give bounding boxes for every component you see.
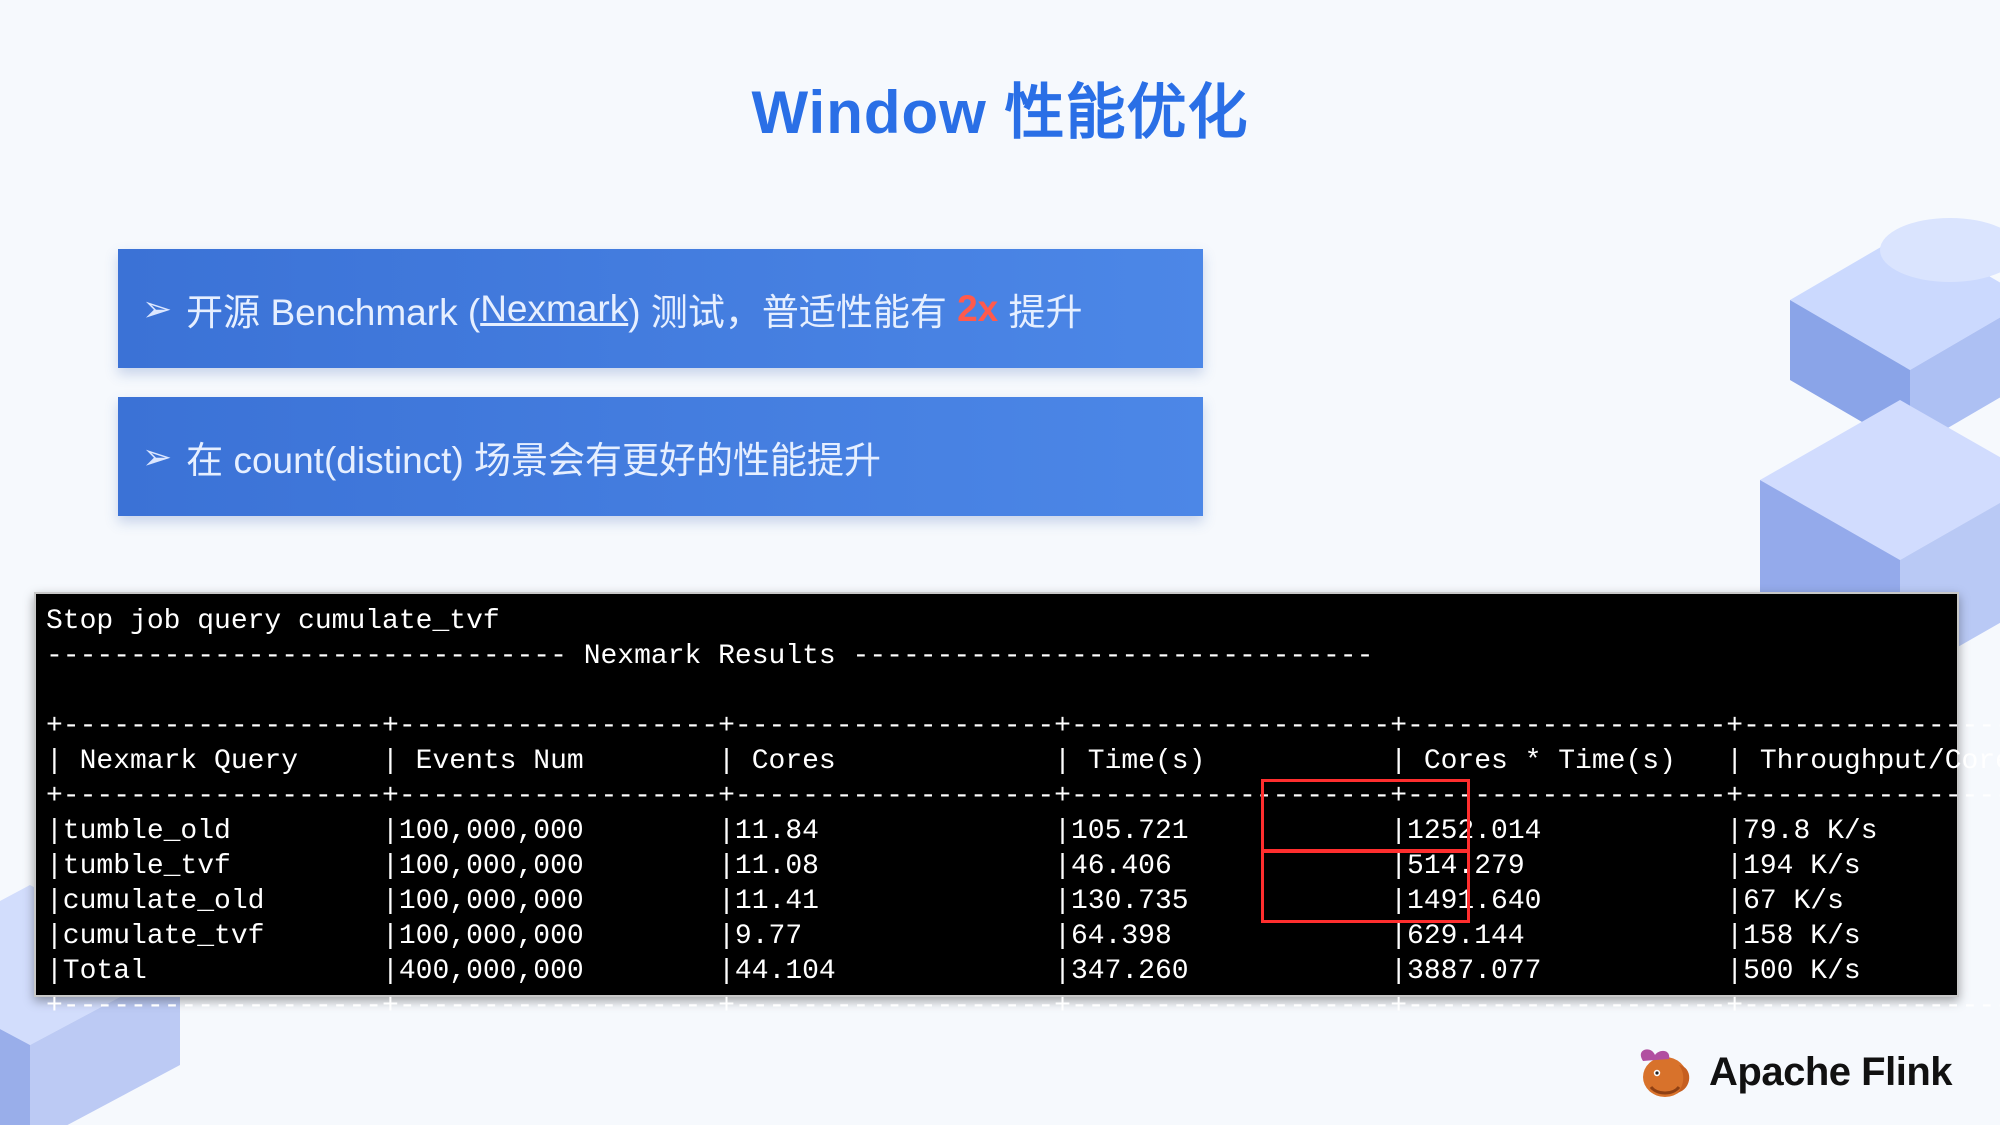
bullet-1-text-post: 提升 xyxy=(998,282,1082,336)
chevron-right-icon: ➢ xyxy=(142,439,172,475)
chevron-right-icon: ➢ xyxy=(142,291,172,327)
slide: Window 性能优化 ➢ 开源 B xyxy=(0,0,2000,1125)
terminal-line-banner: ------------------------------- Nexmark … xyxy=(46,641,1373,672)
terminal-hr: +-------------------+-------------------… xyxy=(46,991,2000,1022)
terminal-hr: +-------------------+-------------------… xyxy=(46,781,2000,812)
terminal-row-2: |tumble_tvf |100,000,000 |11.08 |46.406 … xyxy=(46,851,2000,882)
terminal-hr: +-------------------+-------------------… xyxy=(46,711,2000,742)
terminal-output: Stop job query cumulate_tvf ------------… xyxy=(34,592,1959,997)
bullet-benchmark: ➢ 开源 Benchmark (Nexmark) 测试，普适性能有 2x 提升 xyxy=(118,249,1203,368)
brand-footer: Apache Flink xyxy=(1631,1043,1952,1101)
bullet-1-link[interactable]: Nexmark xyxy=(480,288,628,330)
terminal-line-stop: Stop job query cumulate_tvf xyxy=(46,606,500,637)
terminal-row-5: |Total |400,000,000 |44.104 |347.260 |38… xyxy=(46,956,2000,987)
slide-title: Window 性能优化 xyxy=(0,64,2000,151)
brand-text: Apache Flink xyxy=(1709,1050,1952,1095)
terminal-header: | Nexmark Query | Events Num | Cores | T… xyxy=(46,746,2000,777)
terminal-row-3: |cumulate_old |100,000,000 |11.41 |130.7… xyxy=(46,886,2000,917)
bullet-count-distinct: ➢ 在 count(distinct) 场景会有更好的性能提升 xyxy=(118,397,1203,516)
bullet-1-highlight: 2x xyxy=(957,288,998,330)
bullet-1-text-mid: ) 测试，普适性能有 xyxy=(628,282,957,336)
bullet-1-text-pre: 开源 Benchmark ( xyxy=(186,282,480,336)
bullet-2-text: 在 count(distinct) 场景会有更好的性能提升 xyxy=(186,430,881,484)
terminal-row-1: |tumble_old |100,000,000 |11.84 |105.721… xyxy=(46,816,2000,847)
terminal-row-4: |cumulate_tvf |100,000,000 |9.77 |64.398… xyxy=(46,921,2000,952)
flink-logo-icon xyxy=(1631,1043,1695,1101)
